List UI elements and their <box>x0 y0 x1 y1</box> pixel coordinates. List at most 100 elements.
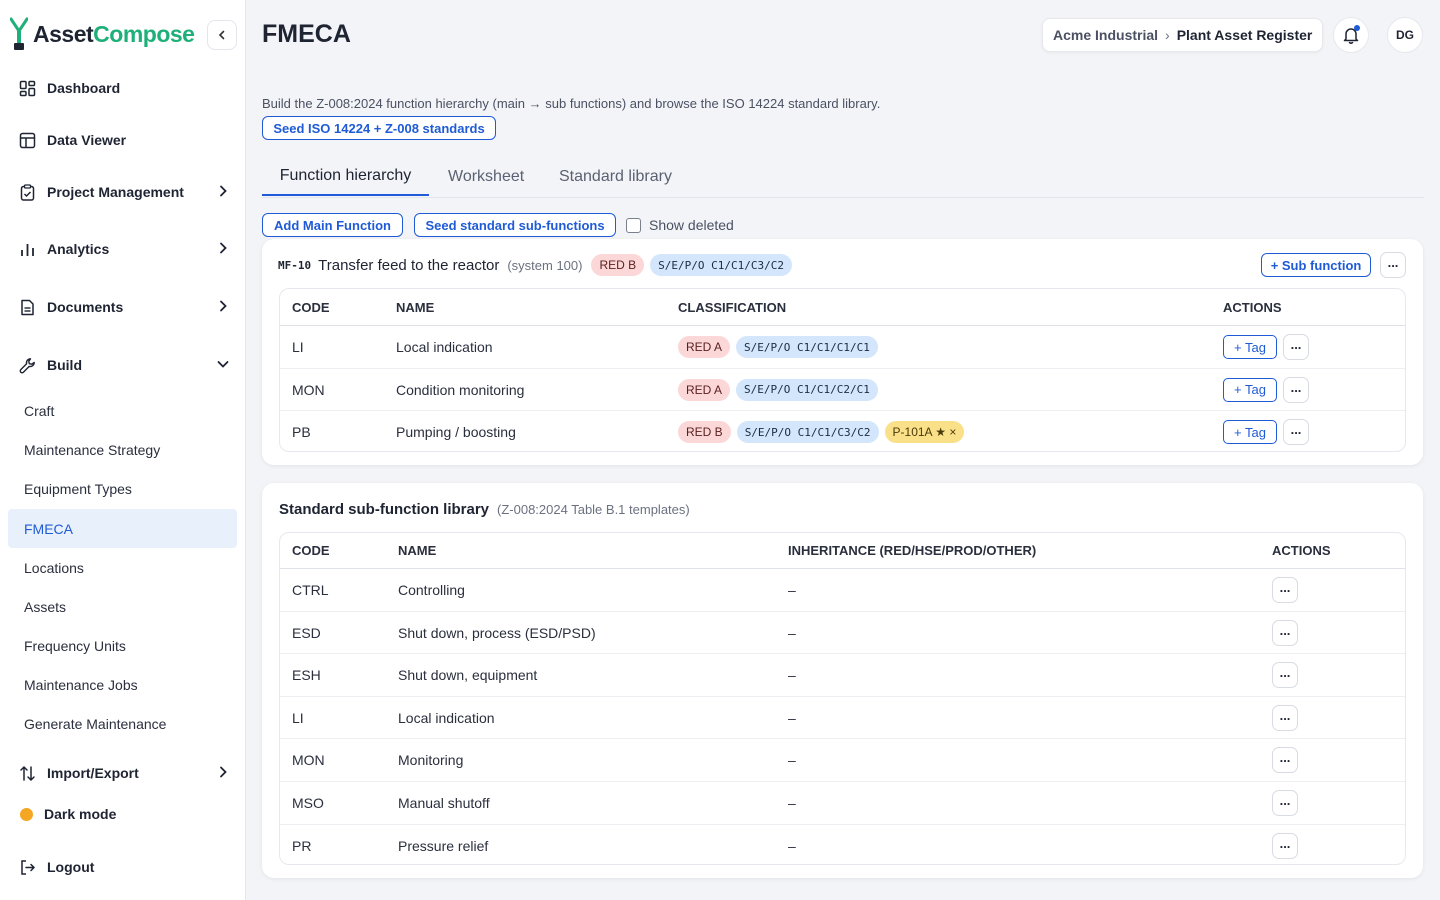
tab-function-hierarchy[interactable]: Function hierarchy <box>262 158 429 196</box>
clipboard-icon <box>20 183 34 201</box>
add-tag-button[interactable]: + Tag <box>1223 335 1277 359</box>
breadcrumb[interactable]: Acme Industrial › Plant Asset Register <box>1042 18 1324 52</box>
sidebar-item-label: Analytics <box>47 241 110 257</box>
document-icon <box>20 299 34 315</box>
add-tag-button[interactable]: + Tag <box>1223 420 1277 444</box>
sidebar-item-equipment-types[interactable]: Equipment Types <box>8 469 237 508</box>
col-code: CODE <box>292 543 330 558</box>
sidebar-item-project-management[interactable]: Project Management <box>18 180 234 204</box>
notifications-button[interactable] <box>1333 17 1369 53</box>
red-chip: RED A <box>678 378 731 401</box>
sidebar-item-label: Documents <box>47 299 124 315</box>
sidebar-item-documents[interactable]: Documents <box>18 295 234 319</box>
logout-icon <box>20 859 35 875</box>
table-row[interactable]: LI Local indication RED A S/E/P/O C1/C1/… <box>280 326 1405 369</box>
tab-bar: Function hierarchy Worksheet Standard li… <box>262 158 1424 198</box>
breadcrumb-org[interactable]: Acme Industrial <box>1053 27 1158 43</box>
chevron-right-icon <box>220 766 227 778</box>
chevron-right-icon <box>220 242 227 254</box>
row-code: CTRL <box>292 582 329 598</box>
dark-mode-toggle[interactable]: Dark mode <box>18 802 234 826</box>
brand-name-right: Compose <box>93 20 195 47</box>
library-header: Standard sub-function library (Z-008:202… <box>279 497 690 521</box>
sidebar-item-build[interactable]: Build <box>18 353 234 377</box>
table-header-row: CODE NAME CLASSIFICATION ACTIONS <box>280 289 1405 326</box>
table-row[interactable]: MON Condition monitoring RED A S/E/P/O C… <box>280 369 1405 411</box>
row-code: ESH <box>292 667 321 683</box>
logout-label: Logout <box>47 859 95 875</box>
wrench-icon <box>19 357 35 373</box>
col-inheritance: INHERITANCE (RED/HSE/PROD/OTHER) <box>788 543 1037 558</box>
chevron-right-icon <box>220 300 227 312</box>
row-more-button[interactable]: ... <box>1272 577 1298 603</box>
red-chip: RED B <box>678 421 731 443</box>
row-name: Pressure relief <box>398 837 489 854</box>
sidebar-item-analytics[interactable]: Analytics <box>18 237 234 261</box>
row-code: MON <box>292 381 325 398</box>
row-more-button[interactable]: ... <box>1283 334 1309 360</box>
add-main-function-button[interactable]: Add Main Function <box>262 213 403 237</box>
sidebar-item-label: Data Viewer <box>47 132 127 148</box>
sidebar-item-label: Import/Export <box>47 765 139 781</box>
sidebar-item-import-export[interactable]: Import/Export <box>18 761 234 785</box>
breadcrumb-register[interactable]: Plant Asset Register <box>1177 27 1313 43</box>
table-row[interactable]: PR Pressure relief – ... <box>280 825 1405 864</box>
row-classification: RED A S/E/P/O C1/C1/C1/C1 <box>678 326 884 368</box>
sidebar-item-generate-maintenance[interactable]: Generate Maintenance <box>8 704 237 743</box>
bar-chart-icon <box>20 243 34 256</box>
sidebar-item-frequency-units[interactable]: Frequency Units <box>8 626 237 665</box>
add-tag-button[interactable]: + Tag <box>1223 377 1277 402</box>
classification-chip: S/E/P/O C1/C1/C1/C1 <box>736 336 878 358</box>
sidebar-item-assets[interactable]: Assets <box>8 587 237 626</box>
row-more-button[interactable]: ... <box>1283 419 1309 445</box>
import-export-icon <box>19 765 35 781</box>
row-more-button[interactable]: ... <box>1272 704 1298 731</box>
sidebar-item-maintenance-jobs[interactable]: Maintenance Jobs <box>8 665 237 704</box>
table-row[interactable]: ESH Shut down, equipment – ... <box>280 654 1405 697</box>
row-code: LI <box>292 339 304 355</box>
table-icon <box>19 132 35 148</box>
row-name: Condition monitoring <box>396 381 525 398</box>
row-name: Shut down, process (ESD/PSD) <box>398 624 596 641</box>
sidebar-item-fmeca[interactable]: FMECA <box>8 509 237 548</box>
row-more-button[interactable]: ... <box>1272 832 1298 859</box>
dark-mode-label: Dark mode <box>44 806 117 822</box>
asset-tag-chip[interactable]: P-101A ★ × <box>884 421 965 443</box>
table-row[interactable]: MON Monitoring – ... <box>280 739 1405 782</box>
row-more-button[interactable]: ... <box>1283 376 1309 403</box>
table-row[interactable]: MSO Manual shutoff – ... <box>280 782 1405 825</box>
row-actions: + Tag ... <box>1223 369 1309 410</box>
sidebar-item-locations[interactable]: Locations <box>8 548 237 587</box>
row-more-button[interactable]: ... <box>1272 619 1298 646</box>
table-row[interactable]: CTRL Controlling – ... <box>280 569 1405 612</box>
sidebar-item-label: Dashboard <box>47 80 121 96</box>
seed-sub-functions-button[interactable]: Seed standard sub-functions <box>414 213 616 237</box>
notification-badge <box>1354 25 1360 31</box>
sidebar-item-dashboard[interactable]: Dashboard <box>18 76 234 100</box>
table-row[interactable]: ESD Shut down, process (ESD/PSD) – ... <box>280 612 1405 654</box>
tab-standard-library[interactable]: Standard library <box>559 158 672 196</box>
main-function-more-button[interactable]: ... <box>1380 252 1406 278</box>
seed-standards-button[interactable]: Seed ISO 14224 + Z-008 standards <box>262 116 496 140</box>
row-name: Controlling <box>398 582 465 598</box>
brand-logo[interactable]: AssetCompose <box>10 16 195 52</box>
row-inheritance: – <box>788 709 796 726</box>
row-more-button[interactable]: ... <box>1272 790 1298 816</box>
collapse-sidebar-button[interactable] <box>207 20 237 50</box>
table-row[interactable]: LI Local indication – ... <box>280 697 1405 739</box>
page-title: FMECA <box>262 20 351 48</box>
logout-button[interactable]: Logout <box>18 855 234 879</box>
row-more-button[interactable]: ... <box>1272 747 1298 773</box>
table-row[interactable]: PB Pumping / boosting RED B S/E/P/O C1/C… <box>280 411 1405 451</box>
avatar[interactable]: DG <box>1387 17 1423 53</box>
tab-worksheet[interactable]: Worksheet <box>448 158 524 196</box>
sidebar-item-maintenance-strategy[interactable]: Maintenance Strategy <box>8 430 237 469</box>
row-inheritance: – <box>788 837 796 854</box>
sidebar-item-craft[interactable]: Craft <box>8 391 237 430</box>
row-code: LI <box>292 709 304 726</box>
row-more-button[interactable]: ... <box>1272 662 1298 688</box>
show-deleted-toggle[interactable]: Show deleted <box>626 217 734 233</box>
add-sub-function-button[interactable]: + Sub function <box>1261 253 1371 277</box>
show-deleted-checkbox[interactable] <box>626 217 641 233</box>
sidebar-item-data-viewer[interactable]: Data Viewer <box>18 128 234 152</box>
